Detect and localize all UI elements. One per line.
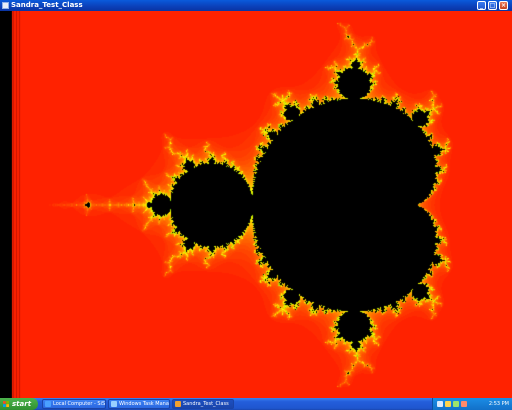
taskbar-item-local-computer[interactable]: Local Computer - SiSo... <box>42 399 106 409</box>
system-tray: 2:53 PM <box>432 398 512 410</box>
taskbar-item-sandra-test-class[interactable]: Sandra_Test_Class <box>172 399 234 409</box>
computer-icon <box>45 401 51 407</box>
start-label: start <box>12 400 32 408</box>
taskbar-item-label: Sandra_Test_Class <box>183 401 229 407</box>
task-manager-icon <box>111 401 117 407</box>
maximize-button[interactable]: □ <box>488 1 497 10</box>
taskbar-item-label: Windows Task Manager <box>119 401 169 407</box>
security-icon[interactable] <box>445 401 451 407</box>
taskbar-item-label: Local Computer - SiSo... <box>53 401 106 407</box>
close-button[interactable]: × <box>499 1 508 10</box>
taskbar-item-task-manager[interactable]: Windows Task Manager <box>108 399 170 409</box>
clock: 2:53 PM <box>488 401 509 407</box>
fractal-canvas[interactable] <box>0 11 512 398</box>
java-app-icon <box>175 401 181 407</box>
minimize-button[interactable]: _ <box>477 1 486 10</box>
start-button[interactable]: start <box>0 398 38 410</box>
tray-app-icon[interactable] <box>461 401 467 407</box>
app-icon <box>2 2 9 9</box>
app-window: Sandra_Test_Class _ □ × <box>0 0 512 398</box>
windows-logo-icon <box>3 401 9 407</box>
taskbar: start Local Computer - SiSo... Windows T… <box>0 398 512 410</box>
window-title: Sandra_Test_Class <box>11 1 83 9</box>
volume-icon[interactable] <box>453 401 459 407</box>
title-bar[interactable]: Sandra_Test_Class _ □ × <box>0 0 512 11</box>
network-icon[interactable] <box>437 401 443 407</box>
